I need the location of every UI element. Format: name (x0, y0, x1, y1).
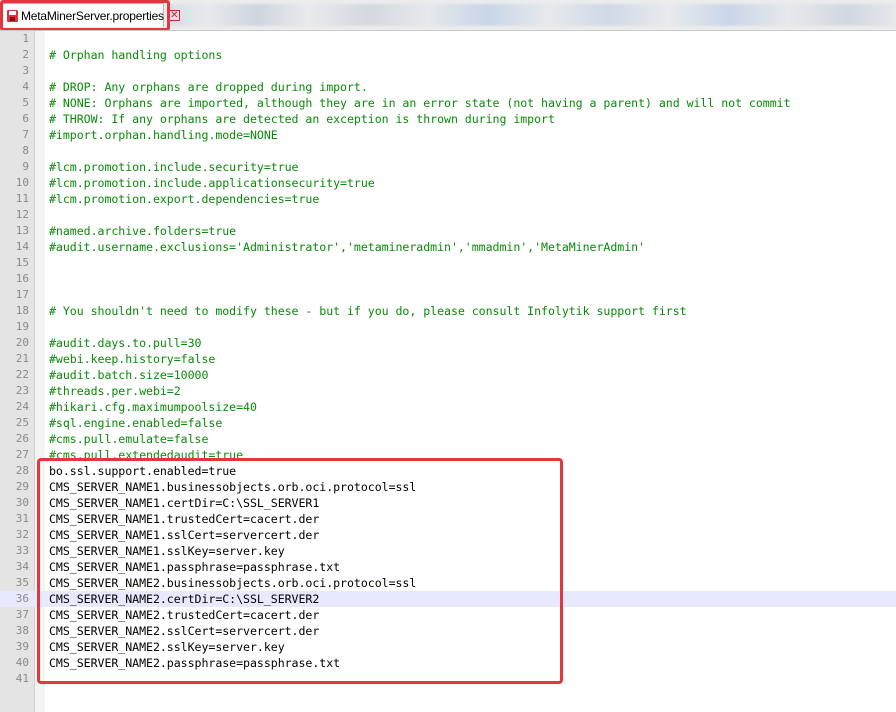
line-number: 8 (22, 144, 29, 157)
code-line[interactable]: 22 #audit.batch.size=10000 (0, 367, 896, 383)
code-line[interactable]: 24 #hikari.cfg.maximumpoolsize=40 (0, 399, 896, 415)
line-number: 23 (15, 384, 29, 397)
line-number: 14 (15, 240, 29, 253)
line-number: 31 (15, 512, 29, 525)
line-number: 5 (22, 96, 29, 109)
line-number: 17 (15, 288, 29, 301)
line-number: 34 (15, 560, 29, 573)
line-number: 27 (15, 448, 29, 461)
code-line[interactable]: 12 (0, 207, 896, 223)
comment-text: #audit.username.exclusions='Administrato… (49, 240, 645, 254)
code-line[interactable]: 3 (0, 63, 896, 79)
line-number: 3 (22, 64, 29, 77)
code-line[interactable]: 9 #lcm.promotion.include.security=true (0, 159, 896, 175)
comment-text: #audit.days.to.pull=30 (49, 336, 202, 350)
line-number: 24 (15, 400, 29, 413)
code-line[interactable]: 21 #webi.keep.history=false (0, 351, 896, 367)
comment-text: #audit.batch.size=10000 (49, 368, 209, 382)
close-icon[interactable]: ✕ (168, 10, 180, 21)
line-number: 12 (15, 208, 29, 221)
comment-text: #lcm.promotion.export.dependencies=true (49, 192, 320, 206)
code-line[interactable]: 16 (0, 271, 896, 287)
code-line[interactable]: 19 (0, 319, 896, 335)
line-number: 22 (15, 368, 29, 381)
code-line[interactable]: 23 #threads.per.webi=2 (0, 383, 896, 399)
code-line[interactable]: 25 #sql.engine.enabled=false (0, 415, 896, 431)
line-number: 25 (15, 416, 29, 429)
code-line[interactable]: 20 #audit.days.to.pull=30 (0, 335, 896, 351)
code-line[interactable]: 11 #lcm.promotion.export.dependencies=tru… (0, 191, 896, 207)
line-number: 4 (22, 80, 29, 93)
comment-text: #sql.engine.enabled=false (49, 416, 223, 430)
comment-text: #threads.per.webi=2 (49, 384, 181, 398)
code-line[interactable]: 14 #audit.username.exclusions='Administra… (0, 239, 896, 255)
code-line[interactable]: 6 # THROW: If any orphans are detected an… (0, 111, 896, 127)
line-number: 33 (15, 544, 29, 557)
line-number: 35 (15, 576, 29, 589)
line-number: 9 (22, 160, 29, 173)
line-number: 6 (22, 112, 29, 125)
line-number: 30 (15, 496, 29, 509)
code-line[interactable]: 4 # DROP: Any orphans are dropped during … (0, 79, 896, 95)
comment-text: #import.orphan.handling.mode=NONE (49, 128, 278, 142)
comment-text: #lcm.promotion.include.security=true (49, 160, 299, 174)
code-line[interactable]: 17 (0, 287, 896, 303)
code-editor[interactable]: 1 2 # Orphan handling options 3 4 # DROP: Any… (0, 31, 896, 712)
comment-text: #named.archive.folders=true (49, 224, 237, 238)
line-number: 26 (15, 432, 29, 445)
line-number: 41 (15, 672, 29, 685)
line-number: 38 (15, 624, 29, 637)
line-number: 20 (15, 336, 29, 349)
line-number: 40 (15, 656, 29, 669)
tab-bar: MetaMinerServer.properties ✕ (0, 0, 896, 31)
line-number: 2 (22, 48, 29, 61)
line-number: 15 (15, 256, 29, 269)
line-number: 29 (15, 480, 29, 493)
line-number: 10 (15, 176, 29, 189)
line-number: 1 (22, 32, 29, 45)
line-number: 39 (15, 640, 29, 653)
code-line[interactable]: 10 #lcm.promotion.include.applicationsecu… (0, 175, 896, 191)
comment-text: # You shouldn't need to modify these - b… (49, 304, 687, 318)
line-number: 37 (15, 608, 29, 621)
comment-text: # DROP: Any orphans are dropped during i… (49, 80, 368, 94)
line-number: 18 (15, 304, 29, 317)
line-number: 21 (15, 352, 29, 365)
code-line[interactable]: 15 (0, 255, 896, 271)
comment-text: # THROW: If any orphans are detected an … (49, 112, 555, 126)
comment-text: #lcm.promotion.include.applicationsecuri… (49, 176, 375, 190)
comment-text: # NONE: Orphans are imported, although t… (49, 96, 791, 110)
annotation-highlight-box (37, 458, 563, 684)
comment-text: #hikari.cfg.maximumpoolsize=40 (49, 400, 257, 414)
line-number: 16 (15, 272, 29, 285)
line-number: 28 (15, 464, 29, 477)
code-line[interactable]: 1 (0, 31, 896, 47)
line-number: 11 (15, 192, 29, 205)
code-line[interactable]: 2 # Orphan handling options (0, 47, 896, 63)
line-number: 36 (15, 592, 29, 605)
code-line[interactable]: 8 (0, 143, 896, 159)
blurred-tabs-area (168, 4, 896, 26)
comment-text: #cms.pull.emulate=false (49, 432, 209, 446)
line-number: 19 (15, 320, 29, 333)
line-number: 32 (15, 528, 29, 541)
comment-text: # Orphan handling options (49, 48, 223, 62)
code-line[interactable]: 18 # You shouldn't need to modify these -… (0, 303, 896, 319)
code-line[interactable]: 13 #named.archive.folders=true (0, 223, 896, 239)
tab-annotation-box (0, 0, 170, 30)
code-line[interactable]: 5 # NONE: Orphans are imported, although … (0, 95, 896, 111)
line-number: 13 (15, 224, 29, 237)
comment-text: #webi.keep.history=false (49, 352, 216, 366)
code-line[interactable]: 7 #import.orphan.handling.mode=NONE (0, 127, 896, 143)
code-line[interactable]: 26 #cms.pull.emulate=false (0, 431, 896, 447)
line-number: 7 (22, 128, 29, 141)
